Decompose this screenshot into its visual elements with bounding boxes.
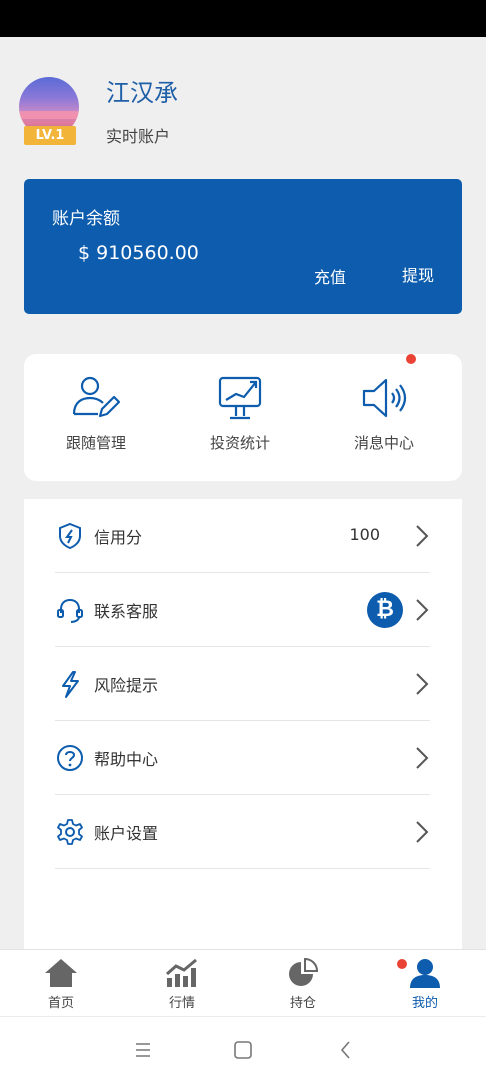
status-bar: [0, 0, 486, 37]
menu-item-credit-score[interactable]: 信用分 100: [55, 499, 430, 573]
tab-label: 行情: [168, 996, 195, 1011]
quick-label: 跟随管理: [65, 434, 126, 452]
menu-icon[interactable]: [130, 1037, 156, 1063]
menu-item-help-center[interactable]: 帮助中心: [55, 721, 430, 795]
user-name: 江汉承: [106, 79, 178, 107]
menu-label: 帮助中心: [94, 750, 159, 769]
profile-header: LV.1 江汉承 实时账户: [0, 37, 486, 167]
pie-chart-icon: [289, 958, 319, 986]
recharge-button[interactable]: 充值: [314, 264, 346, 288]
tab-positions[interactable]: 持仓: [263, 958, 343, 1014]
tab-label: 我的: [411, 996, 438, 1011]
bottom-tab-bar: 首页 行情 持仓 我的: [0, 949, 486, 1016]
quick-label: 投资统计: [209, 434, 270, 452]
monitor-chart-icon: [218, 376, 262, 420]
follow-management-button[interactable]: 跟随管理: [36, 374, 156, 464]
back-icon[interactable]: [333, 1037, 359, 1063]
gear-icon: [57, 819, 83, 845]
notification-dot: [406, 354, 416, 364]
tab-market[interactable]: 行情: [142, 958, 222, 1014]
chevron-right-icon: [416, 821, 429, 843]
shield-bolt-icon: [59, 522, 81, 550]
question-icon: [57, 745, 83, 771]
speaker-icon: [362, 378, 407, 418]
level-badge: LV.1: [24, 126, 76, 145]
chevron-right-icon: [416, 525, 429, 547]
menu-list: 信用分 100 联系客服 ₿ 风险提示 帮助中心 账户设置: [24, 499, 462, 959]
home-button-icon[interactable]: [230, 1037, 256, 1063]
tab-label: 持仓: [289, 996, 316, 1011]
market-chart-icon: [166, 958, 197, 987]
menu-item-customer-service[interactable]: 联系客服 ₿: [55, 573, 430, 647]
quick-label: 消息中心: [353, 434, 414, 452]
menu-label: 账户设置: [94, 824, 159, 843]
headset-icon: [57, 598, 83, 623]
chevron-right-icon: [416, 673, 429, 695]
credit-score-value: 100: [349, 525, 380, 544]
system-nav-bar: [0, 1016, 486, 1080]
person-icon: [410, 959, 440, 988]
menu-label: 信用分: [94, 528, 143, 547]
menu-item-risk-warning[interactable]: 风险提示: [55, 647, 430, 721]
tab-label: 首页: [47, 996, 74, 1011]
home-icon: [45, 959, 77, 987]
account-type: 实时账户: [106, 127, 171, 146]
notification-dot: [397, 959, 407, 969]
user-edit-icon: [72, 376, 121, 418]
balance-amount: $ 910560.00: [78, 242, 199, 264]
bitcoin-icon: ₿: [367, 592, 403, 628]
lightning-icon: [62, 671, 79, 698]
quick-actions-card: 跟随管理 投资统计 消息中心: [24, 354, 462, 481]
investment-stats-button[interactable]: 投资统计: [180, 374, 300, 464]
menu-label: 联系客服: [94, 602, 159, 621]
chevron-right-icon: [416, 599, 429, 621]
chevron-right-icon: [416, 747, 429, 769]
withdraw-button[interactable]: 提现: [402, 262, 434, 286]
menu-item-account-settings[interactable]: 账户设置: [55, 795, 430, 869]
menu-label: 风险提示: [94, 676, 159, 695]
message-center-button[interactable]: 消息中心: [324, 374, 444, 464]
balance-card: 账户余额 $ 910560.00 充值 提现: [24, 179, 462, 314]
balance-label: 账户余额: [52, 209, 120, 229]
tab-home[interactable]: 首页: [21, 958, 101, 1014]
